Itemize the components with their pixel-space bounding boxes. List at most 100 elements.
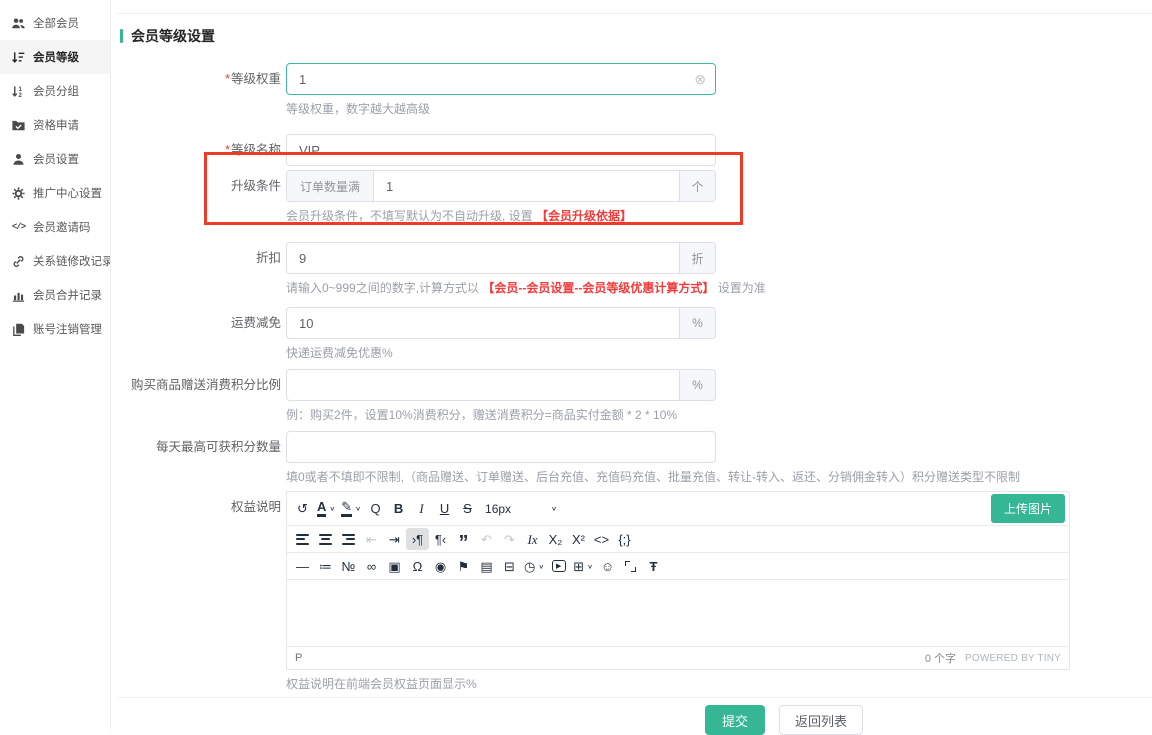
submit-button[interactable]: 提交: [705, 705, 765, 735]
sidebar-item-label: 会员等级: [33, 49, 79, 65]
svg-text:2: 2: [19, 92, 23, 99]
powered-by-tiny: POWERED BY TINY: [965, 653, 1061, 664]
points-ratio-helper: 例：购买2件，设置10%消费积分，赠送消费积分=商品实付金额 * 2 * 10%: [286, 408, 1152, 423]
sidebar-item-label: 关系链修改记录: [33, 253, 110, 269]
back-to-list-button[interactable]: 返回列表: [779, 705, 863, 735]
editor-toolbar-row-2: ⇤⇥›¶¶‹”↶↷IxX₂X²<>{;}: [287, 526, 1069, 553]
form-row-points-ratio: 购买商品赠送消费积分比例 % 例：购买2件，设置10%消费积分，赠送消费积分=商…: [120, 369, 1152, 423]
code-icon: </>: [11, 220, 26, 235]
special-char-icon[interactable]: Ω: [406, 555, 429, 577]
outdent-icon[interactable]: ⇤: [360, 528, 383, 550]
sidebar-item-label: 会员邀请码: [33, 219, 91, 235]
horizontal-rule-icon[interactable]: —: [291, 555, 314, 577]
clear-format-icon[interactable]: Ix: [521, 528, 544, 550]
sidebar-item-label: 会员设置: [33, 151, 79, 167]
upload-image-button[interactable]: 上传图片: [991, 494, 1065, 523]
indent-icon[interactable]: ⇥: [383, 528, 406, 550]
sidebar-item-promotion-settings[interactable]: 推广中心设置: [0, 176, 110, 210]
preview-icon[interactable]: ◉: [429, 555, 452, 577]
level-weight-helper: 等级权重，数字越大越高级: [286, 102, 1152, 117]
sidebar-item-label: 资格申请: [33, 117, 79, 133]
datetime-icon[interactable]: ◷∨: [521, 555, 547, 577]
rights-description-label: 权益说明: [120, 491, 286, 692]
level-sort-icon: [11, 50, 26, 65]
table-icon[interactable]: ⊞∨: [570, 555, 596, 577]
ltr-icon[interactable]: ›¶: [406, 528, 429, 550]
discount-input[interactable]: [287, 243, 679, 273]
subscript-icon[interactable]: X₂: [544, 528, 567, 550]
editor-status-bar: P 0 个字 POWERED BY TINY: [287, 646, 1069, 669]
page-title: 会员等级设置: [120, 26, 1152, 46]
gear-icon: [11, 186, 26, 201]
align-right-icon[interactable]: [337, 528, 360, 550]
element-path[interactable]: P: [295, 652, 302, 664]
font-size-select[interactable]: 16px∨: [479, 498, 563, 520]
strikethrough-icon[interactable]: S: [456, 498, 479, 520]
file-copy-icon: [11, 322, 26, 337]
points-ratio-input[interactable]: [287, 370, 679, 400]
main-content: 会员等级设置 *等级权重 ⊗ 等级权重，数字越大越高级 *等级名称: [112, 0, 1152, 729]
sidebar-item-account-cancel[interactable]: 账号注销管理: [0, 312, 110, 346]
users-icon: [11, 16, 26, 31]
emoji-icon[interactable]: ☺: [596, 555, 619, 577]
sidebar-item-member-level[interactable]: 会员等级: [0, 40, 110, 74]
code-sample-icon[interactable]: {;}: [613, 528, 636, 550]
form-row-level-name: *等级名称: [120, 134, 1152, 166]
rtl-icon[interactable]: ¶‹: [429, 528, 452, 550]
sidebar-item-label: 会员合并记录: [33, 287, 102, 303]
blockquote-icon[interactable]: ”: [452, 528, 475, 550]
print-icon[interactable]: ⊟: [498, 555, 521, 577]
sidebar-item-member-settings[interactable]: 会员设置: [0, 142, 110, 176]
page-break-icon[interactable]: ▤: [475, 555, 498, 577]
text-color-icon[interactable]: A∨: [314, 498, 338, 520]
form-row-daily-max-points: 每天最高可获积分数量 填0或者不填即不限制,（商品赠送、订单赠送、后台充值、充值…: [120, 431, 1152, 485]
bullet-list-icon[interactable]: ≔: [314, 555, 337, 577]
superscript-icon[interactable]: X²: [567, 528, 590, 550]
points-ratio-input-group: %: [286, 369, 716, 401]
align-left-icon[interactable]: [291, 528, 314, 550]
anchor-icon[interactable]: ⚑: [452, 555, 475, 577]
redo-icon[interactable]: ↷: [498, 528, 521, 550]
sidebar-item-merge-log[interactable]: 会员合并记录: [0, 278, 110, 312]
search-replace-icon[interactable]: Q: [364, 498, 387, 520]
highlight-color-icon[interactable]: ✎∨: [338, 498, 364, 520]
member-level-form: *等级权重 ⊗ 等级权重，数字越大越高级 *等级名称: [120, 63, 1152, 692]
undo-icon[interactable]: ↶: [475, 528, 498, 550]
upgrade-condition-input[interactable]: [374, 171, 679, 201]
level-weight-input-group: ⊗: [286, 63, 716, 95]
editor-toolbar-row-3: —≔№∞▣Ω◉⚑▤⊟◷∨▶⊞∨☺ Ŧ: [287, 553, 1069, 580]
editor-content-area[interactable]: [287, 580, 1069, 646]
upgrade-condition-label: 升级条件: [120, 170, 286, 224]
sidebar-item-relation-log[interactable]: 关系链修改记录: [0, 244, 110, 278]
level-name-input[interactable]: [287, 135, 715, 165]
bold-icon[interactable]: B: [387, 498, 410, 520]
upgrade-basis-link[interactable]: 【会员升级依据】: [536, 209, 632, 223]
align-center-icon[interactable]: [314, 528, 337, 550]
rich-text-editor: ↺A∨✎∨QBIUS16px∨ 上传图片 ⇤⇥›¶¶‹”↶↷IxX₂X²<>{;…: [286, 491, 1070, 670]
daily-max-points-label: 每天最高可获积分数量: [120, 431, 286, 485]
paint-roller-icon[interactable]: Ŧ: [642, 555, 665, 577]
level-weight-input[interactable]: [287, 64, 694, 94]
daily-max-points-input[interactable]: [287, 432, 715, 462]
discount-calc-link[interactable]: 【会员--会员设置--会员等级优惠计算方式】: [482, 281, 714, 295]
bar-chart-icon: [11, 288, 26, 303]
sidebar-item-qualification[interactable]: 资格申请: [0, 108, 110, 142]
media-icon[interactable]: ▶: [547, 555, 570, 577]
clear-input-icon[interactable]: ⊗: [694, 64, 715, 94]
rights-description-helper: 权益说明在前端会员权益页面显示%: [286, 677, 1152, 692]
shipping-discount-input[interactable]: [287, 308, 679, 338]
sidebar-item-all-members[interactable]: 全部会员: [0, 6, 110, 40]
sidebar-item-invite-code[interactable]: </> 会员邀请码: [0, 210, 110, 244]
restore-draft-icon[interactable]: ↺: [291, 498, 314, 520]
fullscreen-icon[interactable]: [619, 555, 642, 577]
underline-icon[interactable]: U: [433, 498, 456, 520]
code-icon[interactable]: <>: [590, 528, 613, 550]
sidebar-item-member-groups[interactable]: 12 会员分组: [0, 74, 110, 108]
link-icon[interactable]: ∞: [360, 555, 383, 577]
upgrade-condition-unit-suffix: 个: [679, 171, 715, 201]
numbered-list-icon[interactable]: №: [337, 555, 360, 577]
level-name-input-group: [286, 134, 716, 166]
italic-icon[interactable]: I: [410, 498, 433, 520]
title-accent-bar: [120, 29, 123, 43]
image-icon[interactable]: ▣: [383, 555, 406, 577]
